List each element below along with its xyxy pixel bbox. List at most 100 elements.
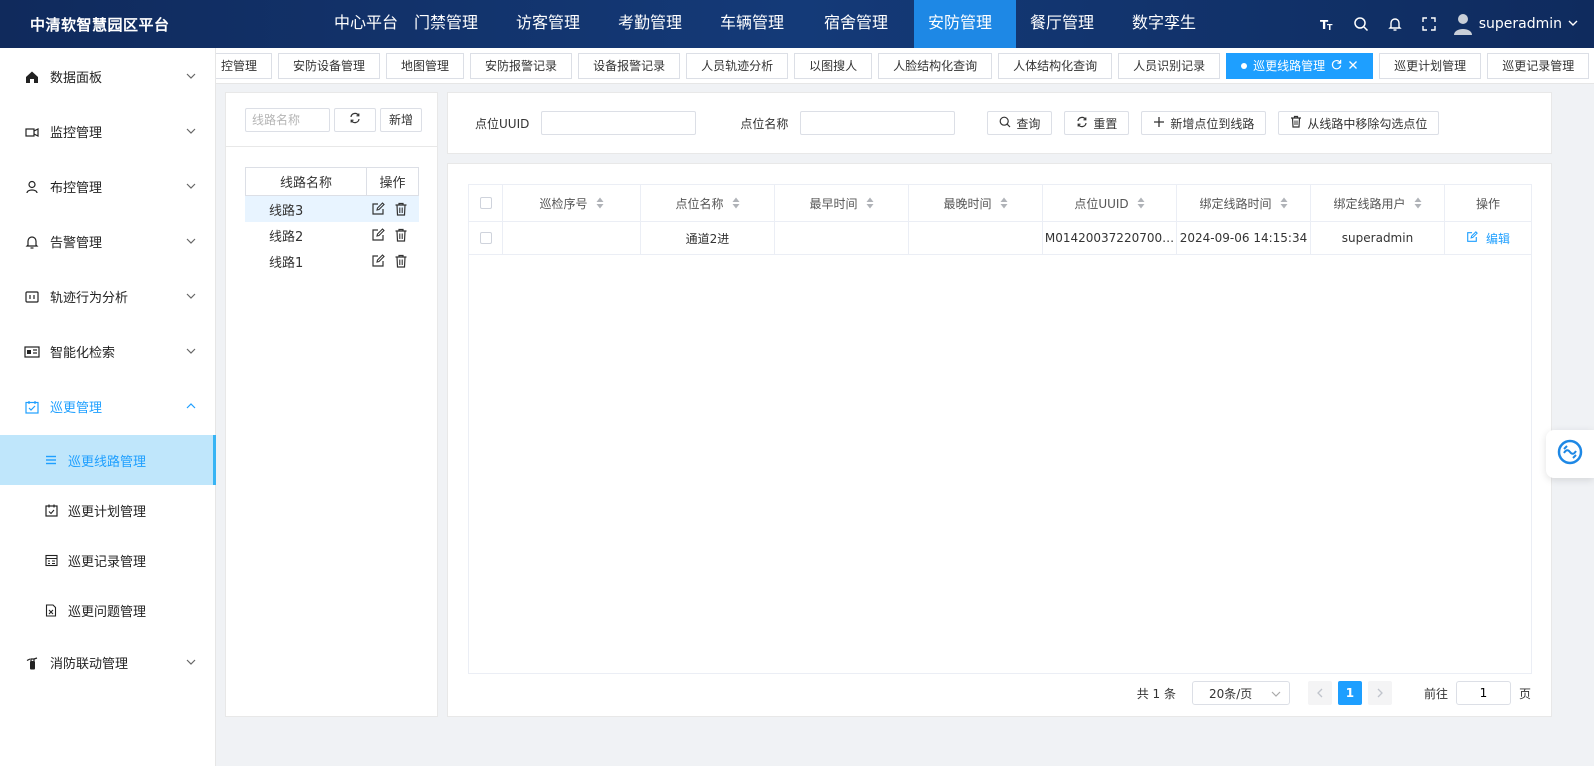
route-name-input[interactable] xyxy=(245,107,330,132)
sidebar-item-dashboard[interactable]: 数据面板 xyxy=(0,49,216,104)
sidebar-item-patrol[interactable]: 巡更管理 xyxy=(0,379,216,434)
chevron-down-icon xyxy=(186,293,196,299)
nav-item-vehicle[interactable]: 车辆管理 xyxy=(706,0,810,48)
nav-item-access[interactable]: 门禁管理 xyxy=(400,0,502,48)
top-bar: 中清软智慧园区平台 中心平台 门禁管理 访客管理 考勤管理 车辆管理 宿舍管理 … xyxy=(0,0,1594,48)
nav-item-dormitory[interactable]: 宿舍管理 xyxy=(810,0,914,48)
sidebar-item-monitor[interactable]: 监控管理 xyxy=(0,104,216,159)
tab-trajectory[interactable]: 人员轨迹分析 xyxy=(686,53,789,79)
row-checkbox[interactable] xyxy=(479,232,492,244)
sort-icon[interactable] xyxy=(732,197,740,209)
refresh-icon[interactable] xyxy=(1331,54,1342,78)
col-earliest[interactable]: 最早时间 xyxy=(775,185,909,221)
sidebar-item-label: 巡更计划管理 xyxy=(68,504,147,520)
sort-icon[interactable] xyxy=(1137,197,1145,209)
edit-icon[interactable] xyxy=(370,254,385,269)
route-row[interactable]: 线路3 xyxy=(245,196,419,222)
sidebar-sub-record[interactable]: 巡更记录管理 xyxy=(0,535,216,585)
goto-page-input[interactable] xyxy=(1455,681,1511,705)
sidebar-item-fire[interactable]: 消防联动管理 xyxy=(0,635,216,690)
table-row[interactable]: 通道2进 M01420037220700… 2024-09-06 14:15:3… xyxy=(469,222,1531,255)
tab-map[interactable]: 地图管理 xyxy=(386,53,465,79)
col-label: 操作 xyxy=(1475,196,1500,211)
tab-image-search[interactable]: 以图搜人 xyxy=(794,53,873,79)
col-bind-user[interactable]: 绑定线路用户 xyxy=(1311,185,1445,221)
col-route-name: 线路名称 xyxy=(246,168,367,195)
bell-icon[interactable] xyxy=(1385,14,1405,34)
col-seq[interactable]: 巡检序号 xyxy=(503,185,641,221)
next-page-button[interactable] xyxy=(1367,681,1392,705)
edit-icon[interactable] xyxy=(370,228,385,243)
nav-item-digital-twin[interactable]: 数字孪生 xyxy=(1118,0,1222,48)
add-route-button[interactable]: 新增 xyxy=(380,107,423,132)
sidebar-item-label: 巡更线路管理 xyxy=(68,454,147,470)
nav-item-security[interactable]: 安防管理 xyxy=(914,0,1016,48)
delete-icon[interactable] xyxy=(393,254,408,269)
point-name-input[interactable] xyxy=(800,111,956,135)
col-bind-time[interactable]: 绑定线路时间 xyxy=(1177,185,1311,221)
cell-bind-user: superadmin xyxy=(1311,222,1445,254)
sort-icon[interactable] xyxy=(596,197,604,209)
sort-icon[interactable] xyxy=(1000,197,1008,209)
sidebar-item-alarm[interactable]: 告警管理 xyxy=(0,214,216,269)
delete-icon[interactable] xyxy=(393,202,408,217)
fullscreen-icon[interactable] xyxy=(1419,14,1439,34)
edit-icon[interactable] xyxy=(370,202,385,217)
sidebar-item-control[interactable]: 布控管理 xyxy=(0,159,216,214)
sidebar-item-search[interactable]: 智能化检索 xyxy=(0,324,216,379)
tab-person-record[interactable]: 人员识别记录 xyxy=(1118,53,1221,79)
edit-label: 编辑 xyxy=(1485,231,1510,246)
sidebar-item-label: 数据面板 xyxy=(50,71,103,86)
search-icon[interactable] xyxy=(1351,14,1371,34)
col-action: 操作 xyxy=(1445,185,1531,221)
tab-patrol-plan[interactable]: 巡更计划管理 xyxy=(1379,53,1482,79)
query-label: 查询 xyxy=(1016,116,1041,131)
close-icon[interactable] xyxy=(1348,54,1358,78)
col-uuid[interactable]: 点位UUID xyxy=(1043,185,1177,221)
delete-icon xyxy=(1290,115,1302,131)
col-latest[interactable]: 最晚时间 xyxy=(909,185,1043,221)
reset-button[interactable]: 重置 xyxy=(1064,111,1130,135)
sidebar-sub-route[interactable]: 巡更线路管理 xyxy=(0,435,216,485)
sidebar-sub-plan[interactable]: 巡更计划管理 xyxy=(0,485,216,535)
nav-item-center[interactable]: 中心平台 xyxy=(320,0,400,48)
nav-item-attendance[interactable]: 考勤管理 xyxy=(604,0,706,48)
col-point-name[interactable]: 点位名称 xyxy=(641,185,775,221)
col-label: 巡检序号 xyxy=(539,196,588,211)
page-suffix: 页 xyxy=(1518,686,1531,701)
tab-security-device[interactable]: 安防设备管理 xyxy=(278,53,381,79)
tab-body-query[interactable]: 人体结构化查询 xyxy=(998,53,1113,79)
query-button[interactable]: 查询 xyxy=(987,111,1053,135)
uuid-input[interactable] xyxy=(541,111,697,135)
edit-button[interactable]: 编辑 xyxy=(1466,230,1510,247)
add-point-button[interactable]: 新增点位到线路 xyxy=(1141,111,1267,135)
cell-seq xyxy=(503,222,641,254)
search-icon xyxy=(999,116,1011,131)
assistant-widget[interactable] xyxy=(1546,430,1594,478)
prev-page-button[interactable] xyxy=(1307,681,1332,705)
route-row[interactable]: 线路1 xyxy=(245,248,419,274)
tab-patrol-route[interactable]: 巡更线路管理 xyxy=(1226,53,1374,79)
page-number-current[interactable]: 1 xyxy=(1337,681,1362,705)
tab-face-query[interactable]: 人脸结构化查询 xyxy=(878,53,993,79)
sidebar-item-trajectory[interactable]: 轨迹行为分析 xyxy=(0,269,216,324)
sidebar-sub-issue[interactable]: 巡更问题管理 xyxy=(0,585,216,635)
delete-icon[interactable] xyxy=(393,228,408,243)
remove-point-button[interactable]: 从线路中移除勾选点位 xyxy=(1278,111,1440,135)
font-size-icon[interactable]: TT xyxy=(1317,14,1337,34)
sort-icon[interactable] xyxy=(1414,197,1422,209)
route-row[interactable]: 线路2 xyxy=(245,222,419,248)
page-size-select[interactable]: 20条/页 xyxy=(1191,681,1290,705)
user-menu[interactable]: superadmin xyxy=(1453,13,1578,35)
route-table-header: 线路名称 操作 xyxy=(245,167,419,196)
tab-security-alarm[interactable]: 安防报警记录 xyxy=(470,53,573,79)
nav-item-canteen[interactable]: 餐厅管理 xyxy=(1016,0,1118,48)
tab-device-alarm[interactable]: 设备报警记录 xyxy=(578,53,681,79)
nav-item-visitor[interactable]: 访客管理 xyxy=(502,0,604,48)
tab-patrol-record[interactable]: 巡更记录管理 xyxy=(1487,53,1590,79)
sort-icon[interactable] xyxy=(866,197,874,209)
refresh-button[interactable] xyxy=(334,107,376,132)
sort-icon[interactable] xyxy=(1280,197,1288,209)
tab-control[interactable]: 控管理 xyxy=(216,53,273,79)
select-all-checkbox[interactable] xyxy=(479,197,492,209)
